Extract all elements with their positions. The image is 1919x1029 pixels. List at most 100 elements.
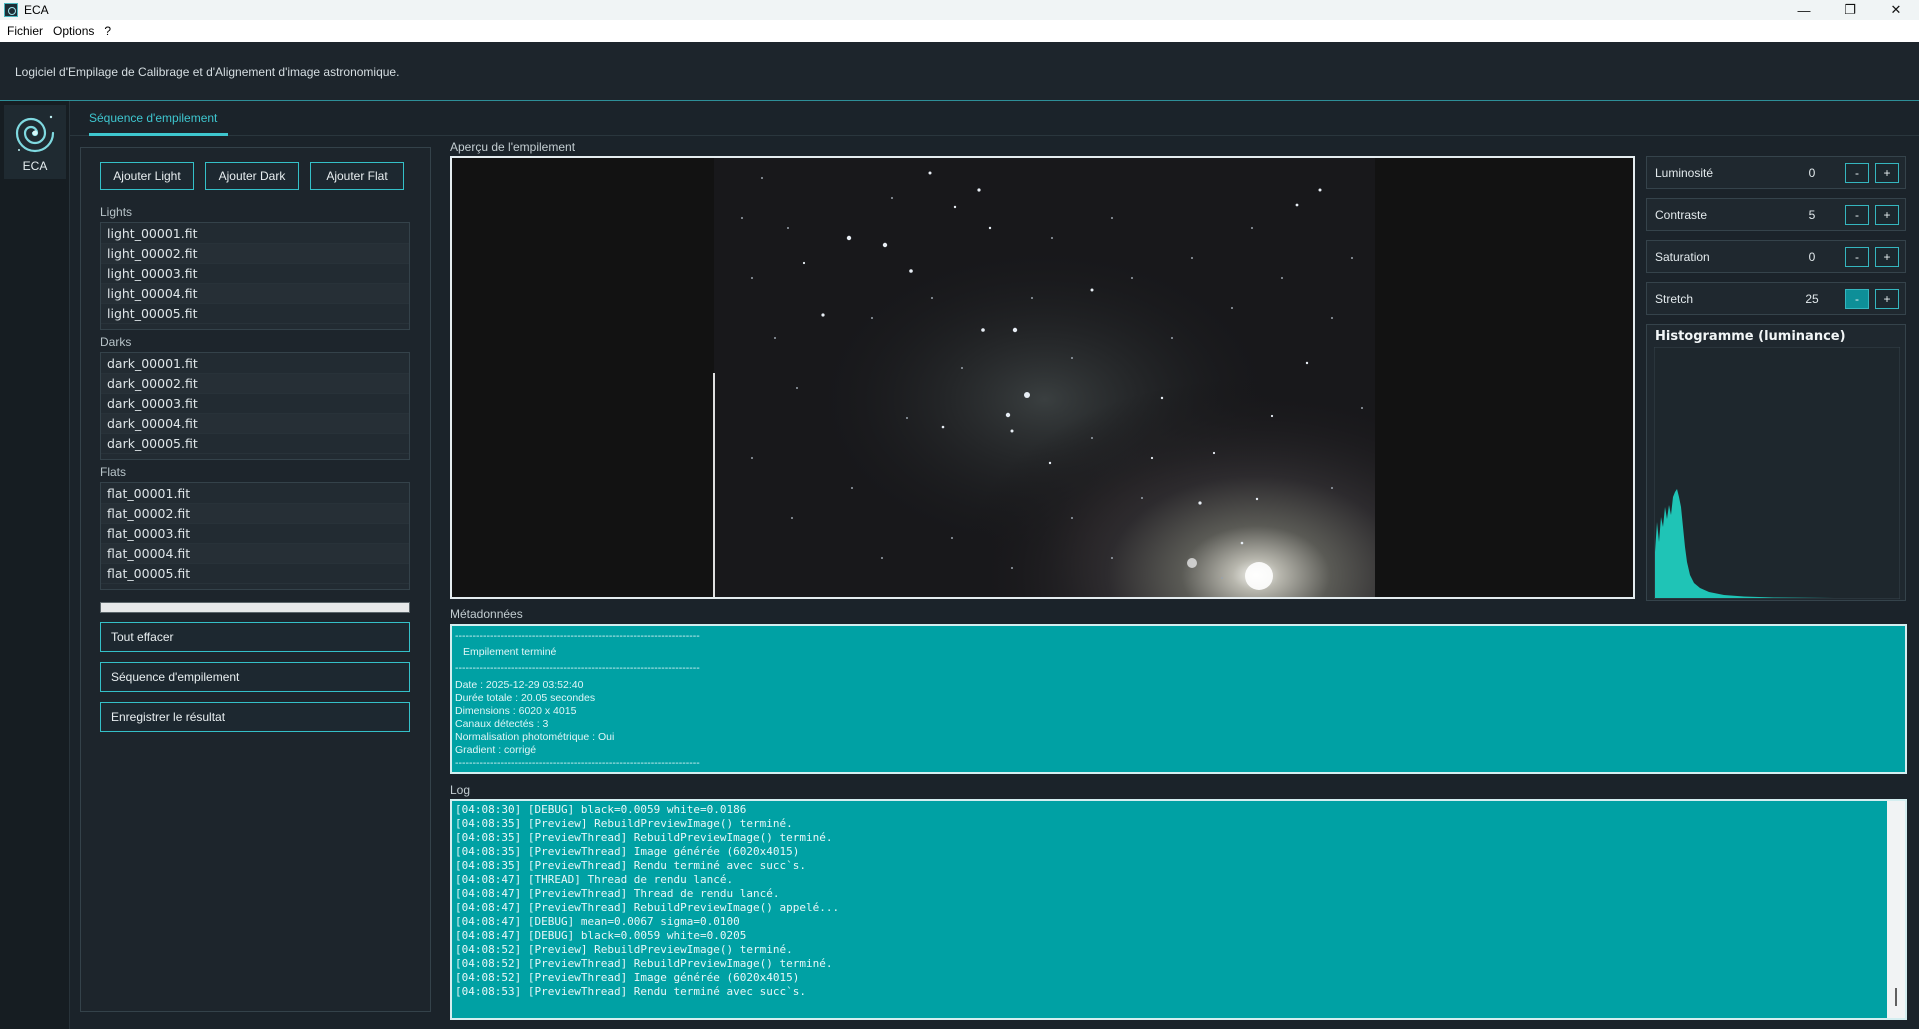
window-controls: — ❐ ✕ (1781, 0, 1919, 20)
menu-help[interactable]: ? (104, 24, 111, 38)
meta-gradient: Gradient : corrigé (455, 744, 537, 756)
log-line: [04:08:47] [PreviewThread] Thread de ren… (455, 887, 780, 900)
add-light-button[interactable]: Ajouter Light (100, 162, 194, 190)
add-flat-button[interactable]: Ajouter Flat (310, 162, 404, 190)
log-line: [04:08:47] [DEBUG] mean=0.0067 sigma=0.0… (455, 915, 740, 928)
log-box[interactable]: [04:08:30] [DEBUG] black=0.0059 white=0.… (450, 799, 1907, 1020)
list-item[interactable]: dark_00001.fit (101, 354, 409, 374)
flats-label: Flats (100, 465, 127, 479)
list-item[interactable]: dark_00002.fit (101, 374, 409, 394)
list-item[interactable]: flat_00003.fit (101, 524, 409, 544)
stretch-increase-button[interactable]: + (1875, 289, 1899, 309)
stretch-label: Stretch (1655, 292, 1694, 306)
stack-sequence-button[interactable]: Séquence d'empilement (100, 662, 410, 692)
window-title: ECA (24, 3, 49, 17)
log-line: [04:08:47] [PreviewThread] RebuildPrevie… (455, 901, 840, 914)
menu-bar: Fichier Options ? (0, 20, 1919, 42)
meta-channels: Canaux détectés : 3 (455, 718, 549, 730)
darks-label: Darks (100, 335, 132, 349)
meta-separator: ----------------------------------------… (455, 662, 700, 674)
galaxy-icon (15, 115, 55, 153)
contraste-control: Contraste 5 - + (1646, 198, 1906, 231)
progress-bar (100, 602, 410, 613)
meta-duration: Durée totale : 20.05 secondes (455, 692, 596, 704)
contraste-decrease-button[interactable]: - (1845, 205, 1869, 225)
left-panel: Ajouter Light Ajouter Dark Ajouter Flat … (80, 147, 431, 1012)
saturation-label: Saturation (1655, 250, 1710, 264)
nebula-image (452, 158, 1633, 597)
app-header: Logiciel d'Empilage de Calibrage et d'Al… (0, 42, 1919, 101)
tab-sequence[interactable]: Séquence d'empilement (89, 111, 228, 136)
list-item[interactable]: light_00003.fit (101, 264, 409, 284)
log-line: [04:08:47] [THREAD] Thread de rendu lanc… (455, 873, 734, 886)
list-item[interactable]: flat_00002.fit (101, 504, 409, 524)
histogram-chart (1654, 347, 1900, 599)
log-line: [04:08:35] [PreviewThread] RebuildPrevie… (455, 831, 833, 844)
list-item[interactable]: dark_00005.fit (101, 434, 409, 454)
list-item[interactable]: light_00005.fit (101, 304, 409, 324)
minimize-icon[interactable]: — (1781, 0, 1827, 20)
contraste-value: 5 (1808, 208, 1816, 222)
app-icon (4, 3, 18, 17)
list-item[interactable]: flat_00005.fit (101, 564, 409, 584)
menu-fichier[interactable]: Fichier (7, 24, 43, 38)
list-item[interactable]: light_00004.fit (101, 284, 409, 304)
app-subtitle: Logiciel d'Empilage de Calibrage et d'Al… (15, 65, 400, 79)
close-icon[interactable]: ✕ (1873, 0, 1919, 20)
darks-list[interactable]: dark_00001.fit dark_00002.fit dark_00003… (100, 352, 410, 460)
list-item[interactable]: flat_00004.fit (101, 544, 409, 564)
log-line: [04:08:30] [DEBUG] black=0.0059 white=0.… (455, 803, 747, 816)
luminosite-decrease-button[interactable]: - (1845, 163, 1869, 183)
scrollbar-thumb[interactable] (1895, 988, 1897, 1006)
meta-separator: ----------------------------------------… (455, 630, 700, 642)
list-item[interactable]: light_00001.fit (101, 224, 409, 244)
maximize-icon[interactable]: ❐ (1827, 0, 1873, 20)
log-line: [04:08:52] [Preview] RebuildPreviewImage… (455, 943, 793, 956)
list-item[interactable]: dark_00004.fit (101, 414, 409, 434)
meta-date: Date : 2025-12-29 03:52:40 (455, 679, 584, 691)
luminosite-value: 0 (1808, 166, 1816, 180)
luminosite-label: Luminosité (1655, 166, 1714, 180)
log-label: Log (450, 783, 471, 797)
log-line: [04:08:52] [PreviewThread] Image générée… (455, 971, 800, 984)
stretch-value: 25 (1805, 292, 1819, 306)
lights-list[interactable]: light_00001.fit light_00002.fit light_00… (100, 222, 410, 330)
log-line: [04:08:52] [PreviewThread] RebuildPrevie… (455, 957, 833, 970)
list-item[interactable]: dark_00003.fit (101, 394, 409, 414)
histogram-panel: Histogramme (luminance) (1646, 324, 1906, 601)
metadata-box: ----------------------------------------… (450, 624, 1907, 774)
log-line: [04:08:35] [PreviewThread] Image générée… (455, 845, 800, 858)
meta-separator: ----------------------------------------… (455, 757, 700, 769)
stack-preview[interactable] (450, 156, 1635, 599)
flats-list[interactable]: flat_00001.fit flat_00002.fit flat_00003… (100, 482, 410, 590)
log-scrollbar[interactable] (1887, 801, 1905, 1018)
clear-all-button[interactable]: Tout effacer (100, 622, 410, 652)
list-item[interactable]: flat_00001.fit (101, 484, 409, 504)
list-item[interactable]: light_00002.fit (101, 244, 409, 264)
add-dark-button[interactable]: Ajouter Dark (205, 162, 299, 190)
saturation-increase-button[interactable]: + (1875, 247, 1899, 267)
contraste-increase-button[interactable]: + (1875, 205, 1899, 225)
histogram-title: Histogramme (luminance) (1655, 329, 1846, 344)
preview-label: Aperçu de l'empilement (450, 140, 576, 154)
metadata-label: Métadonnées (450, 607, 523, 621)
saturation-value: 0 (1808, 250, 1816, 264)
contraste-label: Contraste (1655, 208, 1708, 222)
log-line: [04:08:35] [Preview] RebuildPreviewImage… (455, 817, 793, 830)
rail-item-eca[interactable]: ECA (4, 105, 66, 179)
rail-label: ECA (22, 159, 48, 173)
nav-rail: ECA (0, 101, 70, 1029)
log-line: [04:08:35] [PreviewThread] Rendu terminé… (455, 859, 806, 872)
menu-options[interactable]: Options (53, 24, 94, 38)
save-result-button[interactable]: Enregistrer le résultat (100, 702, 410, 732)
meta-heading: Empilement terminé (463, 646, 557, 658)
luminosite-increase-button[interactable]: + (1875, 163, 1899, 183)
title-bar: ECA — ❐ ✕ (0, 0, 1919, 20)
saturation-decrease-button[interactable]: - (1845, 247, 1869, 267)
stretch-decrease-button[interactable]: - (1845, 289, 1869, 309)
log-line: [04:08:53] [PreviewThread] Rendu terminé… (455, 985, 806, 998)
meta-normalization: Normalisation photométrique : Oui (455, 731, 615, 743)
meta-dimensions: Dimensions : 6020 x 4015 (455, 705, 577, 717)
luminosite-control: Luminosité 0 - + (1646, 156, 1906, 189)
stretch-control: Stretch 25 - + (1646, 282, 1906, 315)
